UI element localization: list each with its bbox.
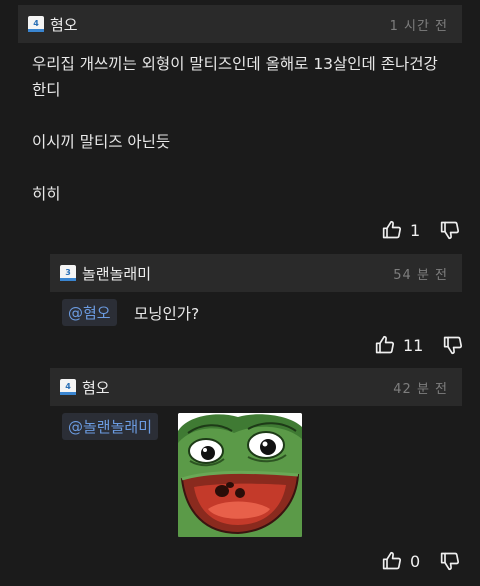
author-name[interactable]: 놀랜놀래미	[82, 263, 151, 284]
comment-author[interactable]: 4 혐오	[60, 377, 110, 398]
comment-author[interactable]: 3 놀랜놀래미	[60, 263, 151, 284]
thumbs-up-icon[interactable]	[375, 335, 395, 355]
like-count: 0	[410, 551, 421, 571]
thumbs-up-icon[interactable]	[382, 220, 402, 240]
comment-time: 1 시간 전	[389, 18, 448, 34]
thumbs-down-icon[interactable]	[443, 335, 463, 355]
mention-tag[interactable]: @놀랜놀래미	[62, 413, 159, 440]
mention-tag[interactable]: @혐오	[62, 299, 117, 326]
vote-bar: 11	[375, 335, 463, 355]
pepe-frog-image[interactable]	[178, 413, 302, 537]
thumbs-down-icon[interactable]	[440, 551, 460, 571]
comment-line	[32, 155, 472, 181]
reply-header: 4 혐오 42 분 전	[50, 368, 462, 406]
comment-body: 우리집 개쓰끼는 외형이 말티즈인데 올해로 13살인데 존나건강 한디 이시끼…	[32, 51, 472, 207]
comment-header: 4 혐오 1 시간 전	[18, 5, 462, 43]
level-badge-icon: 4	[28, 16, 44, 32]
comment-author[interactable]: 4 혐오	[28, 14, 78, 35]
comment-time: 42 분 전	[393, 381, 448, 397]
level-badge-icon: 4	[60, 379, 76, 395]
thumbs-up-icon[interactable]	[382, 551, 402, 571]
thumbs-down-icon[interactable]	[440, 220, 460, 240]
author-name[interactable]: 혐오	[50, 14, 78, 35]
comment-line: 히히	[32, 185, 61, 203]
comment-time: 54 분 전	[393, 267, 448, 283]
reply-text: 모닝인가?	[134, 305, 200, 323]
comment-line: 우리집 개쓰끼는 외형이 말티즈인데 올해로 13살인데 존나건강	[32, 55, 438, 73]
level-badge-icon: 3	[60, 265, 76, 281]
like-count: 1	[410, 220, 421, 240]
comment-line	[32, 103, 472, 129]
reply-header: 3 놀랜놀래미 54 분 전	[50, 254, 462, 292]
comment-line: 이시끼 말티즈 아닌듯	[32, 133, 171, 151]
vote-bar: 0	[382, 551, 460, 571]
like-count: 11	[403, 335, 424, 355]
comment-line: 한디	[32, 81, 61, 99]
vote-bar: 1	[382, 220, 460, 240]
author-name[interactable]: 혐오	[82, 377, 110, 398]
